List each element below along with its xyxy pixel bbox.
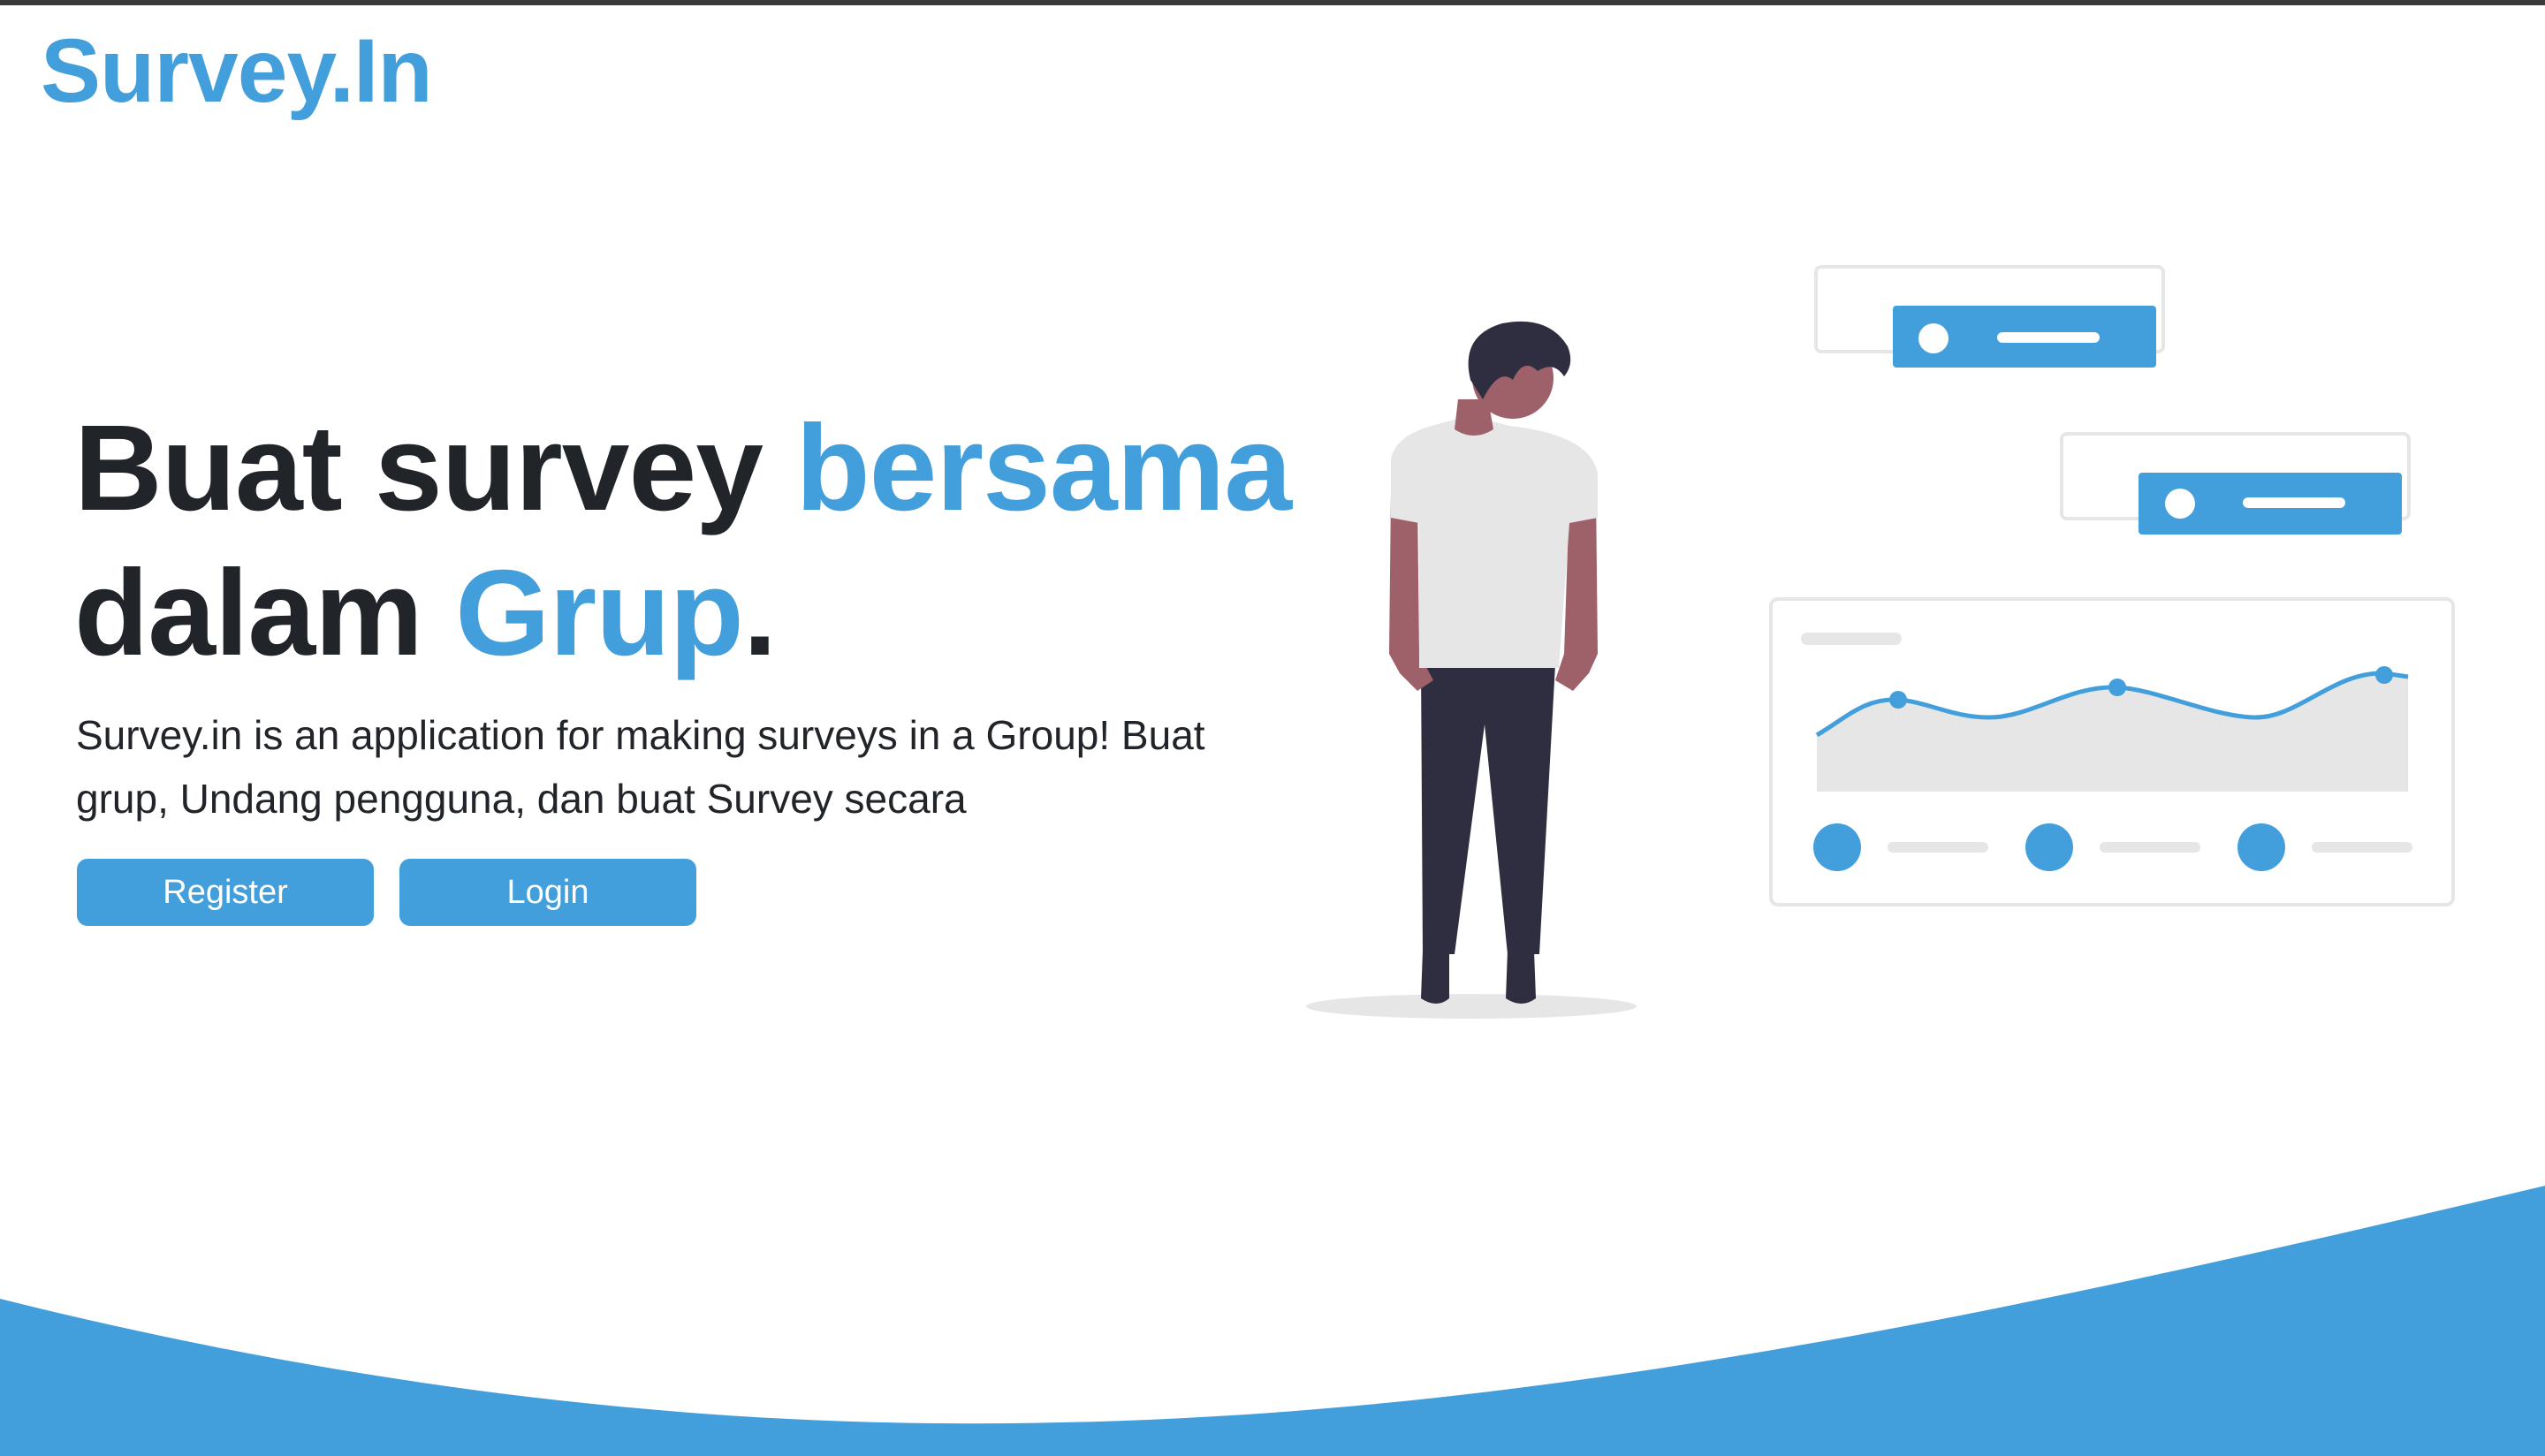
landing-page: Survey.In Buat survey bersama dalam Grup.… (0, 0, 2545, 1456)
bottom-wave (0, 1186, 2545, 1456)
